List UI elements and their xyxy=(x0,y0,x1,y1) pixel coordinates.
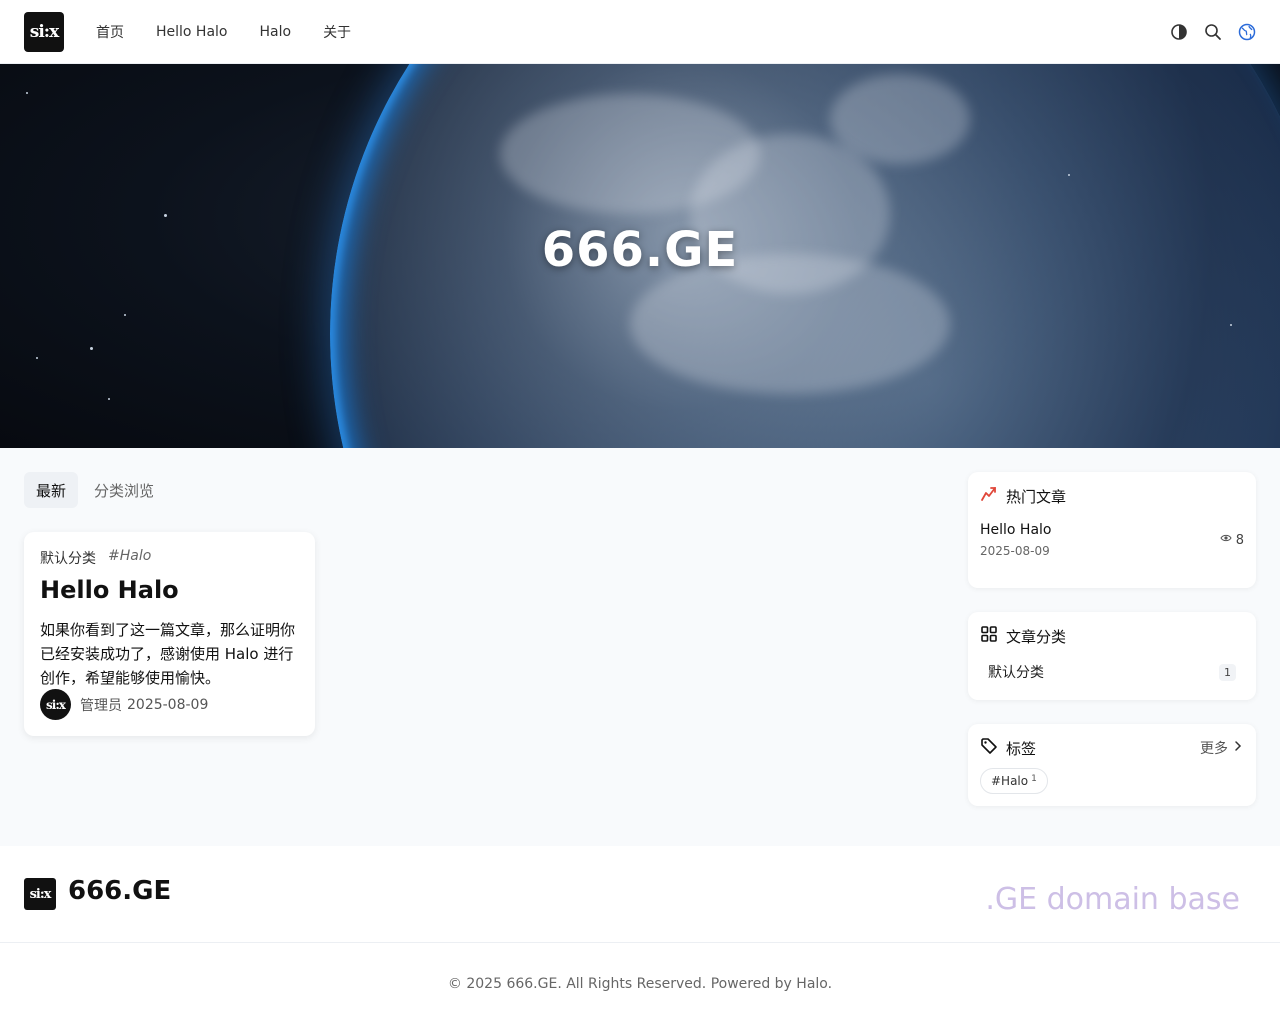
tags-more-link[interactable]: 更多 xyxy=(1200,738,1244,758)
tab-category-browse[interactable]: 分类浏览 xyxy=(82,472,166,508)
site-logo[interactable]: si:x xyxy=(24,12,64,52)
tags-more-label: 更多 xyxy=(1200,741,1228,757)
site-header: si:x 首页 Hello Halo Halo 关于 xyxy=(0,0,1280,64)
post-author: 管理员 xyxy=(80,697,122,714)
post-tag[interactable]: #Halo xyxy=(108,548,151,568)
category-count: 1 xyxy=(1219,663,1236,681)
post-excerpt: 如果你看到了这一篇文章，那么证明你已经安装成功了，感谢使用 Halo 进行创作，… xyxy=(40,621,296,687)
hot-post-date: 2025-08-09 xyxy=(980,544,1050,558)
hot-post-title[interactable]: Hello Halo xyxy=(980,522,1052,538)
post-footer: si:x 管理员 2025-08-09 xyxy=(40,689,208,720)
post-title[interactable]: Hello Halo xyxy=(40,576,299,604)
tag-chip-name: #Halo xyxy=(991,774,1029,788)
site-footer: si:x 666.GE .GE domain base © 2025 666.G… xyxy=(0,846,1280,1031)
chevron-right-icon xyxy=(1232,740,1244,756)
footer-copyright: © 2025 666.GE. All Rights Reserved. Powe… xyxy=(447,976,833,992)
nav-item-hello-halo[interactable]: Hello Halo xyxy=(140,24,244,40)
tag-chip-count: 1 xyxy=(1031,774,1037,784)
hero-title: 666.GE xyxy=(541,222,739,278)
tags-header: 标签 更多 xyxy=(980,736,1244,760)
footer-logo[interactable]: si:x xyxy=(24,878,56,910)
categories-widget: 文章分类 默认分类 1 xyxy=(968,612,1256,700)
header-actions xyxy=(1170,0,1256,64)
categories-title: 文章分类 xyxy=(1006,627,1067,646)
category-name[interactable]: 默认分类 xyxy=(988,662,1044,682)
grid-icon xyxy=(980,625,998,647)
post-tabs: 最新 分类浏览 xyxy=(24,472,166,508)
theme-toggle-icon[interactable] xyxy=(1170,23,1188,41)
footer-slogan: .GE domain base xyxy=(985,882,1240,917)
tag-icon xyxy=(980,737,998,759)
category-item[interactable]: 默认分类 1 xyxy=(980,662,1244,682)
hot-posts-header: 热门文章 xyxy=(980,484,1244,508)
main-nav: 首页 Hello Halo Halo 关于 xyxy=(80,0,367,64)
hot-post-item[interactable]: Hello Halo 2025-08-09 8 xyxy=(980,522,1244,558)
hero-banner: 666.GE xyxy=(0,64,1280,448)
hot-posts-title: 热门文章 xyxy=(1006,487,1067,506)
tags-title: 标签 xyxy=(1006,739,1037,758)
hot-posts-widget: 热门文章 Hello Halo 2025-08-09 8 xyxy=(968,472,1256,588)
post-card[interactable]: 默认分类 #Halo Hello Halo 如果你看到了这一篇文章，那么证明你已… xyxy=(24,532,315,736)
post-category[interactable]: 默认分类 xyxy=(40,548,96,568)
trending-icon xyxy=(980,485,998,507)
nav-item-halo[interactable]: Halo xyxy=(244,24,308,40)
main-content: 最新 分类浏览 默认分类 #Halo Hello Halo 如果你看到了这一篇文… xyxy=(0,448,1280,846)
post-date: 2025-08-09 xyxy=(127,696,209,713)
footer-site-name: 666.GE xyxy=(68,876,172,906)
hot-post-views: 8 xyxy=(1220,532,1244,548)
categories-header: 文章分类 xyxy=(980,624,1244,648)
post-meta: 默认分类 #Halo xyxy=(40,548,299,568)
globe-icon[interactable] xyxy=(1238,23,1256,41)
tab-latest[interactable]: 最新 xyxy=(24,472,79,508)
nav-item-home[interactable]: 首页 xyxy=(80,22,140,42)
footer-divider xyxy=(0,942,1280,943)
tag-chip-halo[interactable]: #Halo 1 xyxy=(980,768,1048,794)
nav-item-about[interactable]: 关于 xyxy=(307,22,367,42)
avatar[interactable]: si:x xyxy=(40,689,71,720)
views-count: 8 xyxy=(1235,532,1244,548)
search-icon[interactable] xyxy=(1204,23,1222,41)
tags-widget: 标签 更多 #Halo 1 xyxy=(968,724,1256,806)
eye-icon xyxy=(1220,532,1232,548)
